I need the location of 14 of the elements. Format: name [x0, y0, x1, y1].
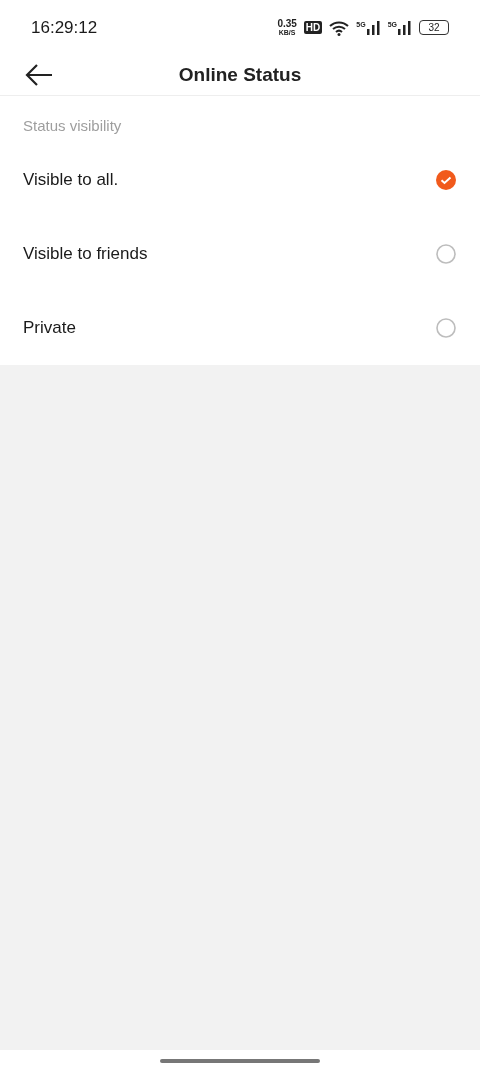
status-time: 16:29:12 [31, 17, 98, 38]
radio-icon[interactable] [436, 244, 456, 264]
home-indicator[interactable] [160, 1059, 320, 1063]
page-title: Online Status [178, 64, 302, 86]
section-label: Status visibility [22, 116, 123, 136]
option-row[interactable]: Private [0, 291, 480, 365]
radio-icon[interactable] [436, 318, 456, 338]
battery-icon: 32 [419, 20, 449, 35]
option-row[interactable]: Visible to all. [0, 143, 480, 217]
option-row[interactable]: Visible to friends [0, 217, 480, 291]
back-arrow-icon[interactable] [24, 63, 54, 87]
hd-badge: HD [303, 21, 323, 34]
radio-checked-icon[interactable] [436, 170, 456, 190]
wifi-icon [329, 19, 350, 36]
